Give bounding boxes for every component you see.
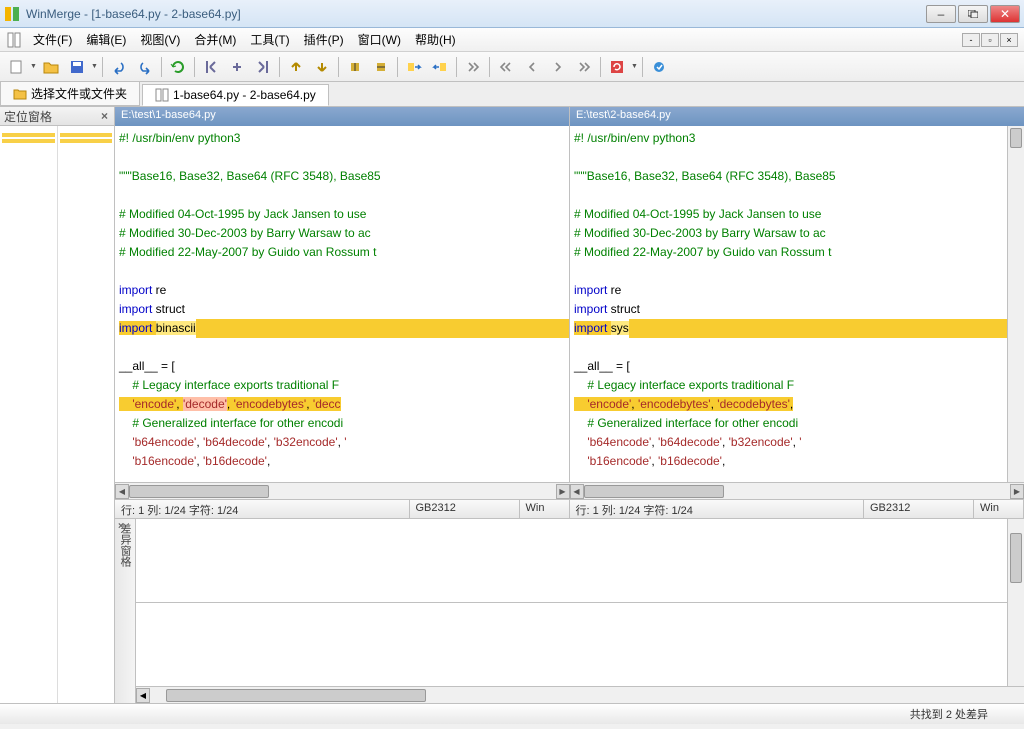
titlebar: WinMerge - [1-base64.py - 2-base64.py] ‒… bbox=[0, 0, 1024, 28]
diff-pane-close[interactable]: × bbox=[118, 521, 124, 532]
left-enc: GB2312 bbox=[410, 500, 520, 518]
right-code[interactable]: #! /usr/bin/env python3 """Base16, Base3… bbox=[570, 126, 1007, 482]
prev-diff-button[interactable] bbox=[284, 55, 308, 79]
locator-pane: 定位窗格 × bbox=[0, 107, 115, 703]
left-path[interactable]: E:\test\1-base64.py bbox=[115, 107, 569, 126]
menu-edit[interactable]: 编辑(E) bbox=[79, 29, 133, 50]
left-hscroll[interactable]: ◀▶ bbox=[115, 482, 570, 499]
title-text: WinMerge - [1-base64.py - 2-base64.py] bbox=[26, 7, 926, 21]
mdi-minimize[interactable]: - bbox=[962, 33, 980, 47]
left-pane: E:\test\1-base64.py #! /usr/bin/env pyth… bbox=[115, 107, 570, 482]
doc-icon bbox=[6, 32, 22, 48]
all-left-button[interactable] bbox=[494, 55, 518, 79]
right-enc: GB2312 bbox=[864, 500, 974, 518]
left-code[interactable]: #! /usr/bin/env python3 """Base16, Base3… bbox=[115, 126, 569, 482]
menubar: 文件(F) 编辑(E) 视图(V) 合并(M) 工具(T) 插件(P) 窗口(W… bbox=[0, 28, 1024, 52]
new-button[interactable] bbox=[4, 55, 28, 79]
open-button[interactable] bbox=[39, 55, 63, 79]
copy-right-button[interactable] bbox=[402, 55, 426, 79]
diff-detail-top[interactable] bbox=[136, 519, 1007, 603]
current-diff-button[interactable] bbox=[225, 55, 249, 79]
diff-hscroll[interactable]: ◀ bbox=[136, 686, 1024, 703]
locator-title: 定位窗格 bbox=[4, 108, 52, 125]
right-path[interactable]: E:\test\2-base64.py bbox=[570, 107, 1024, 126]
menu-tools[interactable]: 工具(T) bbox=[243, 29, 296, 50]
close-button[interactable]: ✕ bbox=[990, 5, 1020, 23]
all-right-button[interactable] bbox=[572, 55, 596, 79]
locator-close-button[interactable]: × bbox=[99, 109, 110, 123]
window-buttons: ‒ ✕ bbox=[926, 5, 1020, 23]
diff-detail-bottom[interactable] bbox=[136, 603, 1007, 686]
statusbar: 共找到 2 处差异 bbox=[0, 703, 1024, 724]
next-right-button[interactable] bbox=[546, 55, 570, 79]
save-button[interactable] bbox=[65, 55, 89, 79]
document-tabs: 选择文件或文件夹 1-base64.py - 2-base64.py bbox=[0, 82, 1024, 107]
folder-icon bbox=[13, 87, 27, 101]
undo-button[interactable] bbox=[107, 55, 131, 79]
diff-vscroll-top[interactable] bbox=[1007, 519, 1024, 686]
right-pane: E:\test\2-base64.py #! /usr/bin/env pyth… bbox=[570, 107, 1024, 482]
statusbar-text: 共找到 2 处差异 bbox=[910, 706, 1018, 722]
tab-compare-label: 1-base64.py - 2-base64.py bbox=[173, 88, 316, 102]
minimize-button[interactable]: ‒ bbox=[926, 5, 956, 23]
redo-button[interactable] bbox=[133, 55, 157, 79]
menu-view[interactable]: 视图(V) bbox=[133, 29, 187, 50]
tab-compare[interactable]: 1-base64.py - 2-base64.py bbox=[142, 84, 329, 106]
locator-body[interactable] bbox=[0, 126, 114, 703]
compare-icon bbox=[155, 88, 169, 102]
mdi-restore[interactable]: ▫ bbox=[981, 33, 999, 47]
right-eol: Win bbox=[974, 500, 1024, 518]
next-conflict-button[interactable] bbox=[369, 55, 393, 79]
menu-plugins[interactable]: 插件(P) bbox=[297, 29, 351, 50]
prev-right-button[interactable] bbox=[520, 55, 544, 79]
tab-select-files[interactable]: 选择文件或文件夹 bbox=[0, 81, 140, 106]
prev-conflict-button[interactable] bbox=[343, 55, 367, 79]
first-diff-button[interactable] bbox=[199, 55, 223, 79]
right-hscroll[interactable]: ◀▶ bbox=[570, 482, 1024, 499]
menu-help[interactable]: 帮助(H) bbox=[408, 29, 463, 50]
diff-pane-title: 差异窗格 bbox=[115, 519, 136, 703]
menu-merge[interactable]: 合并(M) bbox=[187, 29, 243, 50]
refresh-button[interactable] bbox=[166, 55, 190, 79]
copy-right-advance-button[interactable] bbox=[461, 55, 485, 79]
pane-status-row: 行: 1 列: 1/24 字符: 1/24 GB2312 Win 行: 1 列:… bbox=[115, 499, 1024, 518]
left-eol: Win bbox=[520, 500, 570, 518]
right-pos: 行: 1 列: 1/24 字符: 1/24 bbox=[570, 500, 865, 518]
menu-window[interactable]: 窗口(W) bbox=[351, 29, 408, 50]
app-icon bbox=[4, 6, 20, 22]
refresh-selected-button[interactable] bbox=[605, 55, 629, 79]
last-diff-button[interactable] bbox=[251, 55, 275, 79]
options-button[interactable] bbox=[647, 55, 671, 79]
toolbar: ▼ ▼ ▼ bbox=[0, 52, 1024, 82]
next-diff-button[interactable] bbox=[310, 55, 334, 79]
maximize-button[interactable] bbox=[958, 5, 988, 23]
mdi-close[interactable]: × bbox=[1000, 33, 1018, 47]
menu-file[interactable]: 文件(F) bbox=[26, 29, 79, 50]
diff-pane-bottom: × 差异窗格 ◀ bbox=[115, 518, 1024, 703]
copy-left-button[interactable] bbox=[428, 55, 452, 79]
left-pos: 行: 1 列: 1/24 字符: 1/24 bbox=[115, 500, 410, 518]
right-vscroll[interactable] bbox=[1007, 126, 1024, 482]
tab-select-label: 选择文件或文件夹 bbox=[31, 85, 127, 102]
